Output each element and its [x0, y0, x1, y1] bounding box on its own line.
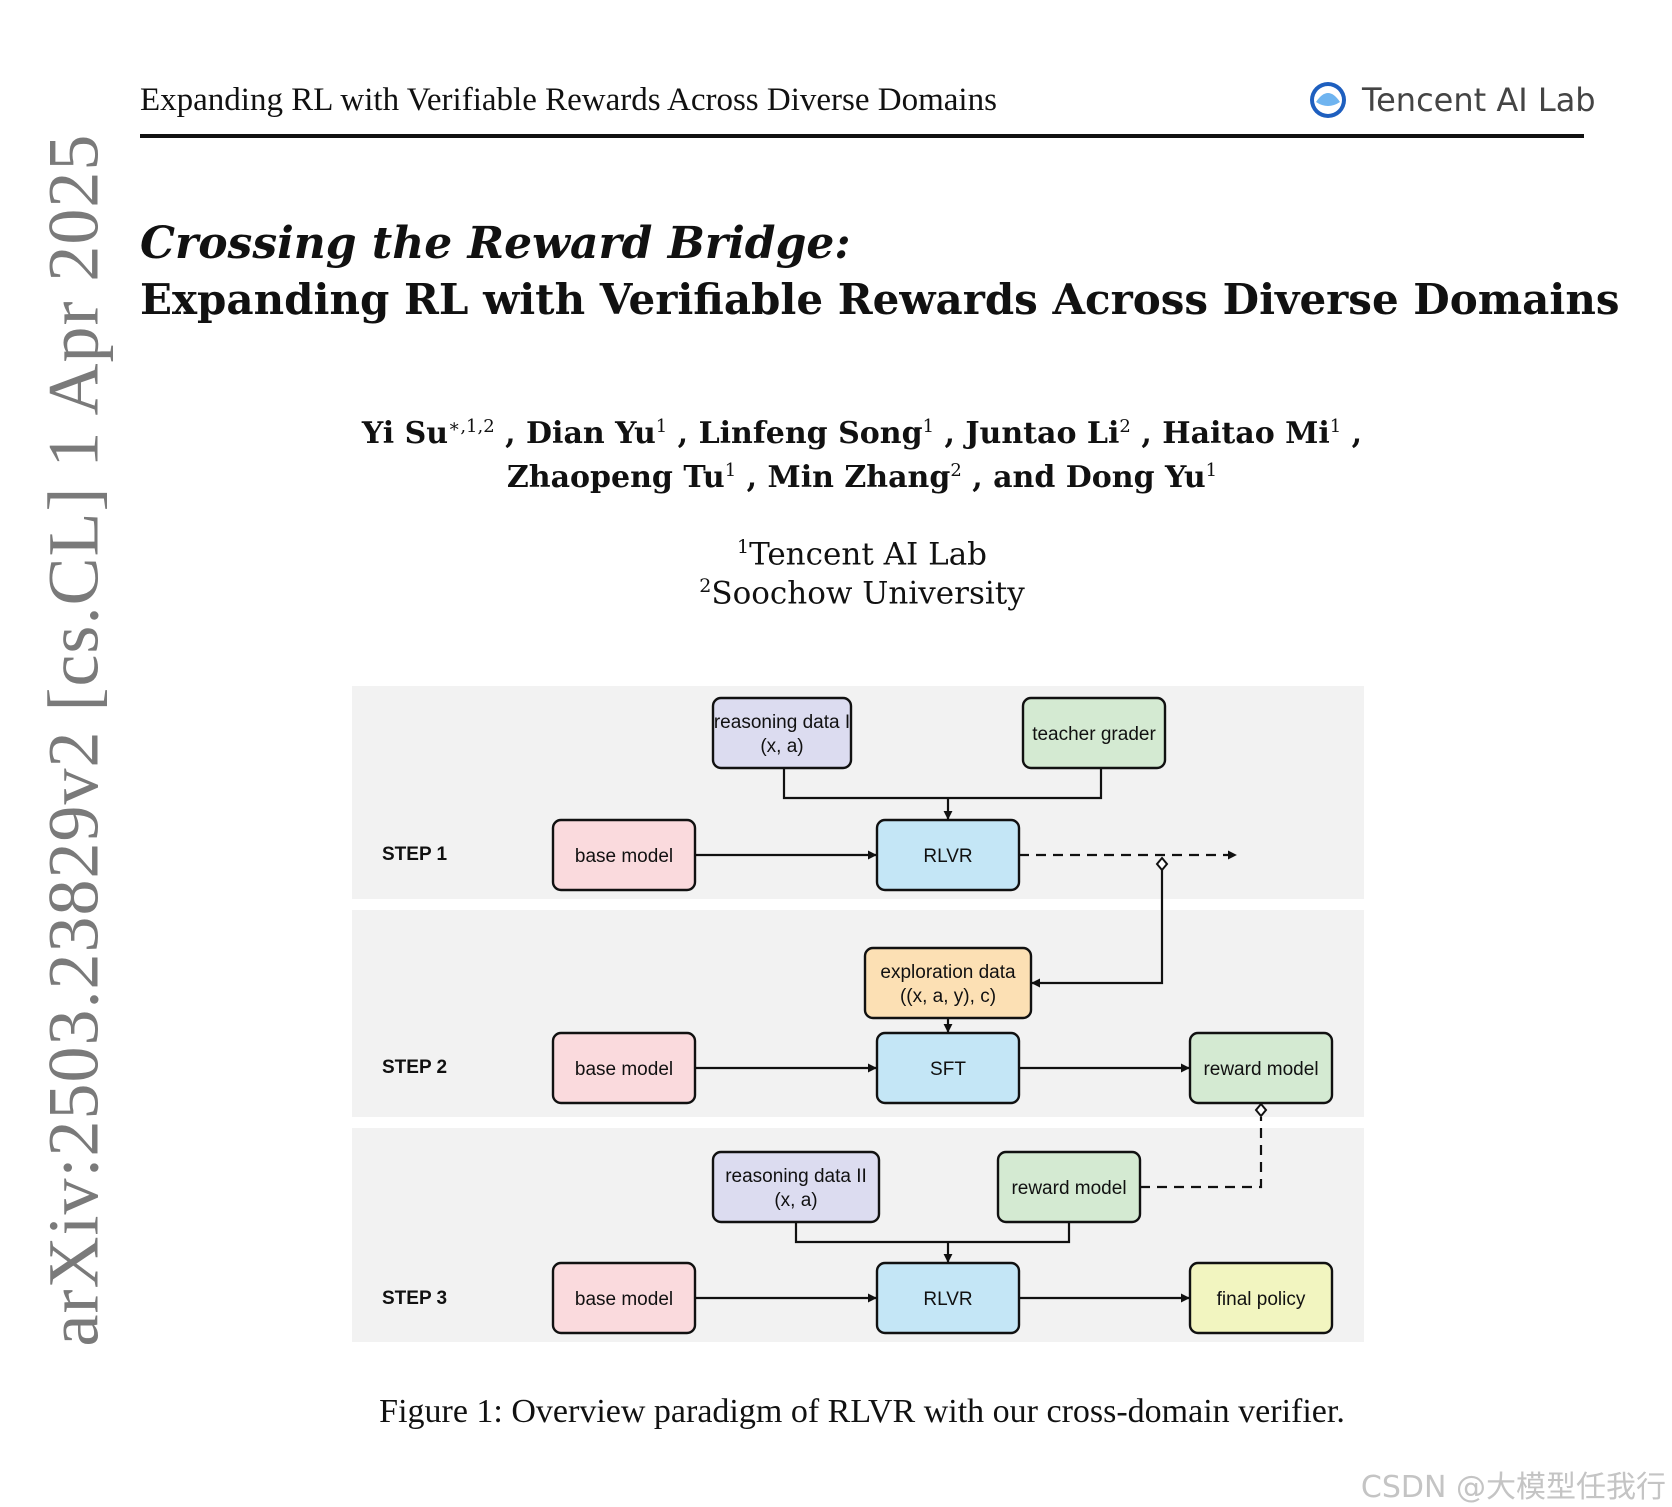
author-name: Haitao Mi — [1162, 416, 1330, 451]
node-box — [863, 946, 1033, 1020]
node-label: exploration data — [880, 962, 1016, 983]
node-sft: SFT — [875, 1031, 1021, 1105]
author-affiliation-mark: 1 — [724, 460, 737, 481]
node-label: base model — [575, 846, 673, 867]
node-label: SFT — [930, 1059, 966, 1080]
author-list-line1: Yi Su∗,1,2 , Dian Yu1 , Linfeng Song1 , … — [361, 416, 1363, 451]
csdn-watermark: CSDN @大模型任我行 — [1360, 1470, 1666, 1505]
figure-caption: Figure 1: Overview paradigm of RLVR with… — [379, 1393, 1345, 1430]
author-affiliation-mark: 1 — [922, 416, 935, 437]
author-affiliation-mark: 1 — [1205, 460, 1218, 481]
node-label: RLVR — [923, 846, 972, 867]
arxiv-identifier: arXiv:2503.23829v2 [cs.CL] 1 Apr 2025 — [33, 133, 114, 1347]
affiliation-mark: 2 — [699, 575, 712, 597]
node-base2: base model — [551, 1031, 697, 1105]
node-final: final policy — [1188, 1261, 1334, 1335]
affiliation-2: 2Soochow University — [140, 575, 1584, 611]
node-label: base model — [575, 1289, 673, 1310]
node-label: (x, a) — [760, 736, 803, 757]
running-header-title: Expanding RL with Verifiable Rewards Acr… — [140, 82, 997, 118]
node-label: (x, a) — [774, 1190, 817, 1211]
author-affiliation-mark: 2 — [950, 460, 962, 481]
node-label: reasoning data I — [714, 712, 850, 733]
node-label: ((x, a, y), c) — [900, 986, 996, 1007]
author-list-line2: Zhaopeng Tu1 , Min Zhang2 , and Dong Yu1 — [506, 460, 1218, 495]
tencent-ai-lab-logo-icon — [1310, 82, 1346, 118]
author-name: Min Zhang — [767, 460, 951, 495]
affiliation-name: Tencent AI Lab — [749, 536, 988, 573]
brand-name: Tencent AI Lab — [1362, 81, 1596, 119]
affiliation-1: 1Tencent AI Lab — [140, 536, 1584, 572]
node-rlvr3: RLVR — [875, 1261, 1021, 1335]
affiliation-mark: 1 — [736, 536, 750, 558]
author-affiliation-mark: 1 — [1329, 416, 1342, 437]
node-reasoning1: reasoning data I (x, a) — [711, 696, 853, 770]
node-rlvr1: RLVR — [875, 818, 1021, 892]
pipeline-figure: STEP 1 STEP 2 STEP 3 reasoning data I (x, a… — [352, 686, 1364, 1342]
author-name: Yi Su — [361, 416, 449, 451]
node-base1: base model — [551, 818, 697, 892]
author-name: Zhaopeng Tu — [506, 460, 725, 495]
node-explore: exploration data ((x, a, y), c) — [863, 946, 1033, 1020]
node-box — [711, 696, 853, 770]
step-label: STEP 2 — [382, 1057, 447, 1078]
node-label: teacher grader — [1032, 724, 1156, 745]
paper-title-line2: Expanding RL with Verifiable Rewards Acr… — [140, 275, 1620, 324]
author-affiliation-mark: ∗,1,2 — [448, 416, 495, 437]
pipeline-diagram: STEP 1 STEP 2 STEP 3 reasoning data I (x, a… — [352, 686, 1364, 1342]
node-label: base model — [575, 1059, 673, 1080]
paper-title-line1: Crossing the Reward Bridge: — [140, 218, 851, 269]
affiliation-name: Soochow University — [711, 575, 1025, 612]
node-rm3: reward model — [996, 1150, 1142, 1224]
brand-header: Tencent AI Lab — [1308, 80, 1596, 120]
node-label: reasoning data II — [725, 1166, 867, 1187]
node-box — [711, 1150, 881, 1224]
step-band — [352, 686, 1364, 899]
node-label: reward model — [1011, 1178, 1126, 1199]
node-label: reward model — [1203, 1059, 1318, 1080]
author-name: and Dong Yu — [993, 460, 1206, 495]
node-reasoning2: reasoning data II (x, a) — [711, 1150, 881, 1224]
author-name: Dian Yu — [526, 416, 656, 451]
step-label: STEP 3 — [382, 1288, 447, 1309]
step-label: STEP 1 — [382, 844, 448, 865]
header-rule — [140, 134, 1584, 138]
author-name: Linfeng Song — [698, 416, 923, 451]
node-teacher: teacher grader — [1021, 696, 1167, 770]
author-affiliation-mark: 2 — [1119, 416, 1131, 437]
author-affiliation-mark: 1 — [655, 416, 668, 437]
node-label: final policy — [1217, 1289, 1306, 1310]
node-label: RLVR — [923, 1289, 972, 1310]
author-name: Juntao Li — [965, 416, 1120, 451]
node-rm2: reward model — [1188, 1031, 1334, 1105]
node-base3: base model — [551, 1261, 697, 1335]
